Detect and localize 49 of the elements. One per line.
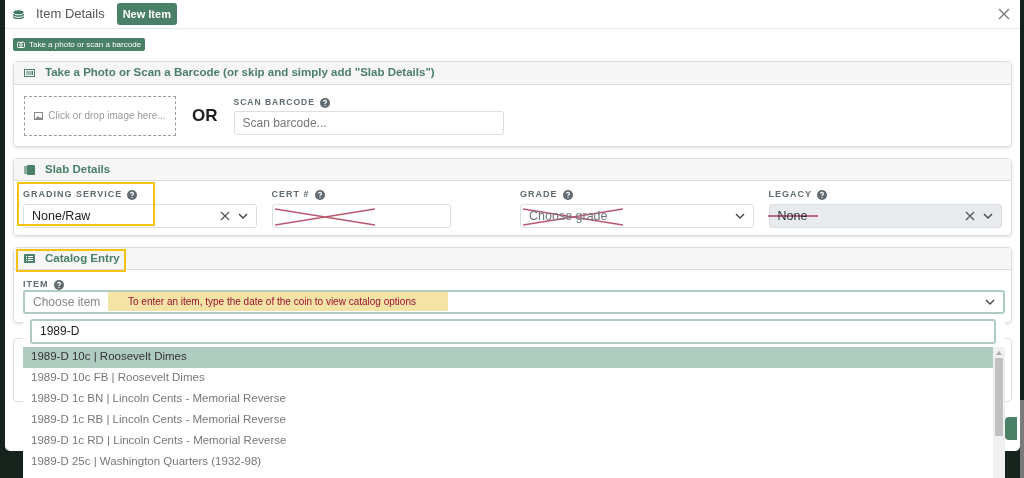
field-label: ITEM — [23, 277, 49, 291]
dropdown-option[interactable]: 1989-D 25c | Washington Quarters (1932-98) — [23, 451, 993, 473]
select-value: None/Raw — [32, 208, 91, 223]
field-label: GRADE — [520, 188, 558, 202]
image-icon — [34, 111, 44, 120]
dropdown-option[interactable]: 1989-D 10c | Roosevelt Dimes — [23, 346, 993, 368]
close-button[interactable] — [998, 8, 1010, 20]
chevron-down-icon — [237, 213, 248, 219]
camera-icon — [17, 41, 25, 48]
scrollbar[interactable] — [993, 346, 1005, 478]
or-text: OR — [192, 104, 218, 127]
help-icon — [817, 190, 827, 200]
barcode-input[interactable]: Scan barcode... — [233, 110, 504, 135]
dropdown-option[interactable]: 1989-D 1c RB | Lincoln Cents - Memorial Reverse — [23, 409, 993, 431]
input-field[interactable] — [271, 204, 451, 228]
dropzone-text: Click or drop image here... — [48, 109, 166, 123]
field-label: GRADING SERVICE — [23, 188, 123, 202]
save-button[interactable] — [1005, 417, 1017, 440]
slab-icon — [24, 164, 35, 175]
section-title: Catalog Entry — [45, 250, 120, 266]
select-field[interactable]: None/Raw — [23, 204, 257, 228]
section-title: Take a Photo or Scan a Barcode (or skip and simply add "Slab Details") — [45, 65, 435, 81]
image-dropzone[interactable]: Click or drop image here... — [24, 95, 176, 136]
coin-stack-icon — [13, 9, 24, 19]
photo-scan-button[interactable]: Take a photo or scan a barcode — [13, 38, 146, 51]
status-badge: New Item — [116, 2, 177, 26]
dialog-title: Item Details — [36, 5, 105, 24]
annotation-note: To enter an item, type the date of the coin to view catalog options — [108, 292, 448, 311]
placeholder-text: Choose item — [33, 294, 101, 311]
barcode-card-icon — [24, 69, 35, 77]
help-icon — [319, 97, 330, 108]
close-icon — [998, 8, 1010, 20]
help-icon — [53, 279, 64, 290]
dropdown-option[interactable]: 1989-D 10c FB | Roosevelt Dimes — [23, 367, 993, 389]
list-icon — [24, 254, 35, 263]
chevron-down-icon — [734, 213, 745, 219]
dropdown-option[interactable]: 1989-D 1c RD | Lincoln Cents - Memorial Reverse — [23, 430, 993, 452]
chevron-down-icon — [985, 299, 995, 305]
field-label: LEGACY — [768, 188, 812, 202]
search-field[interactable]: 1989-D — [30, 318, 996, 344]
help-icon — [562, 190, 573, 200]
help-icon — [127, 190, 138, 200]
field-label: SCAN BARCODE — [233, 96, 315, 109]
help-icon — [314, 190, 325, 200]
field-label: CERT # — [271, 188, 310, 202]
chevron-down-icon — [983, 213, 993, 219]
clear-icon[interactable] — [219, 211, 230, 221]
dropdown-option[interactable]: 1989-D 1c BN | Lincoln Cents - Memorial Reverse — [23, 388, 993, 410]
section-title: Slab Details — [45, 161, 111, 177]
